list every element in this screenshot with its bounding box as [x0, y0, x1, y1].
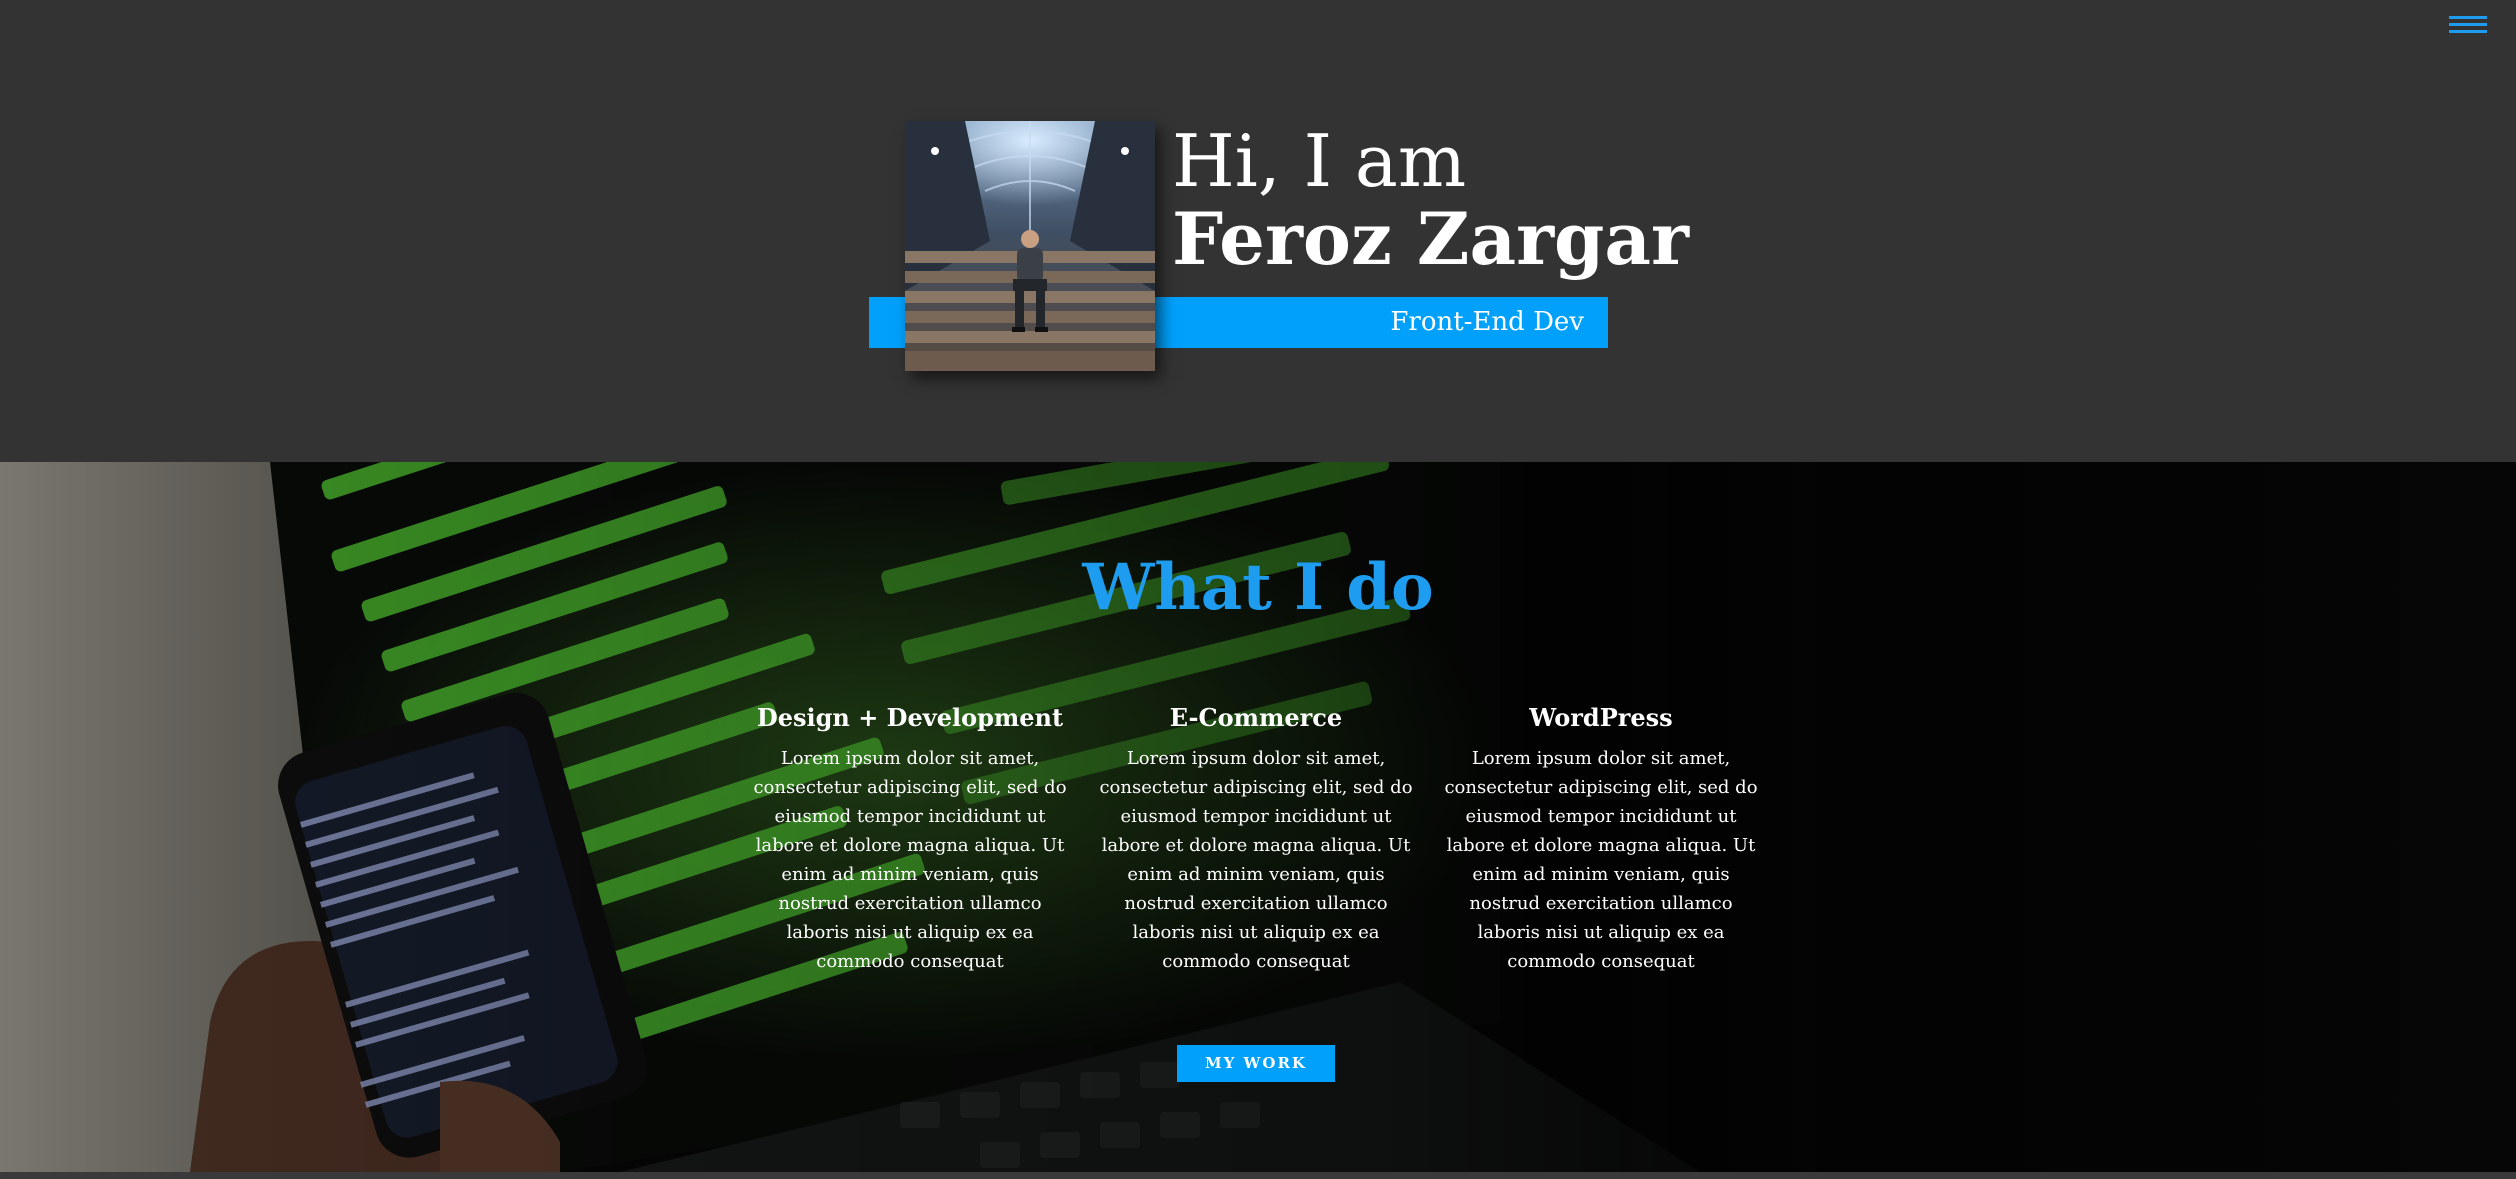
service-card-e-commerce: E-Commerce Lorem ipsum dolor sit amet, c… — [1096, 702, 1416, 976]
service-title: Design + Development — [756, 703, 1064, 732]
service-title: E-Commerce — [1169, 703, 1343, 732]
menu-line — [2449, 23, 2487, 26]
services-title: What I do — [1082, 550, 1434, 625]
services-section: What I do Design + Development Lorem ips… — [0, 462, 2516, 1172]
service-card-wordpress: WordPress Lorem ipsum dolor sit amet, co… — [1441, 702, 1761, 976]
menu-line — [2449, 16, 2487, 19]
service-description: Lorem ipsum dolor sit amet, consectetur … — [1099, 748, 1413, 972]
hero-header: Front-End Dev Hi, I am Feroz Zargar — [0, 0, 2516, 462]
profile-photo-image — [905, 121, 1155, 371]
hamburger-menu-icon[interactable] — [2449, 14, 2489, 34]
menu-line — [2449, 30, 2487, 33]
profile-photo — [905, 121, 1155, 371]
hero-name: Feroz Zargar — [1172, 196, 1689, 281]
service-description: Lorem ipsum dolor sit amet, consectetur … — [753, 748, 1067, 972]
role-title: Front-End Dev — [1390, 307, 1584, 337]
footer-strip — [0, 1172, 2516, 1179]
my-work-button[interactable]: MY WORK — [1177, 1045, 1335, 1082]
hero-greeting: Hi, I am — [1172, 119, 1467, 203]
service-description: Lorem ipsum dolor sit amet, consectetur … — [1444, 748, 1758, 972]
service-title: WordPress — [1529, 703, 1673, 732]
service-card-design-development: Design + Development Lorem ipsum dolor s… — [750, 702, 1070, 976]
